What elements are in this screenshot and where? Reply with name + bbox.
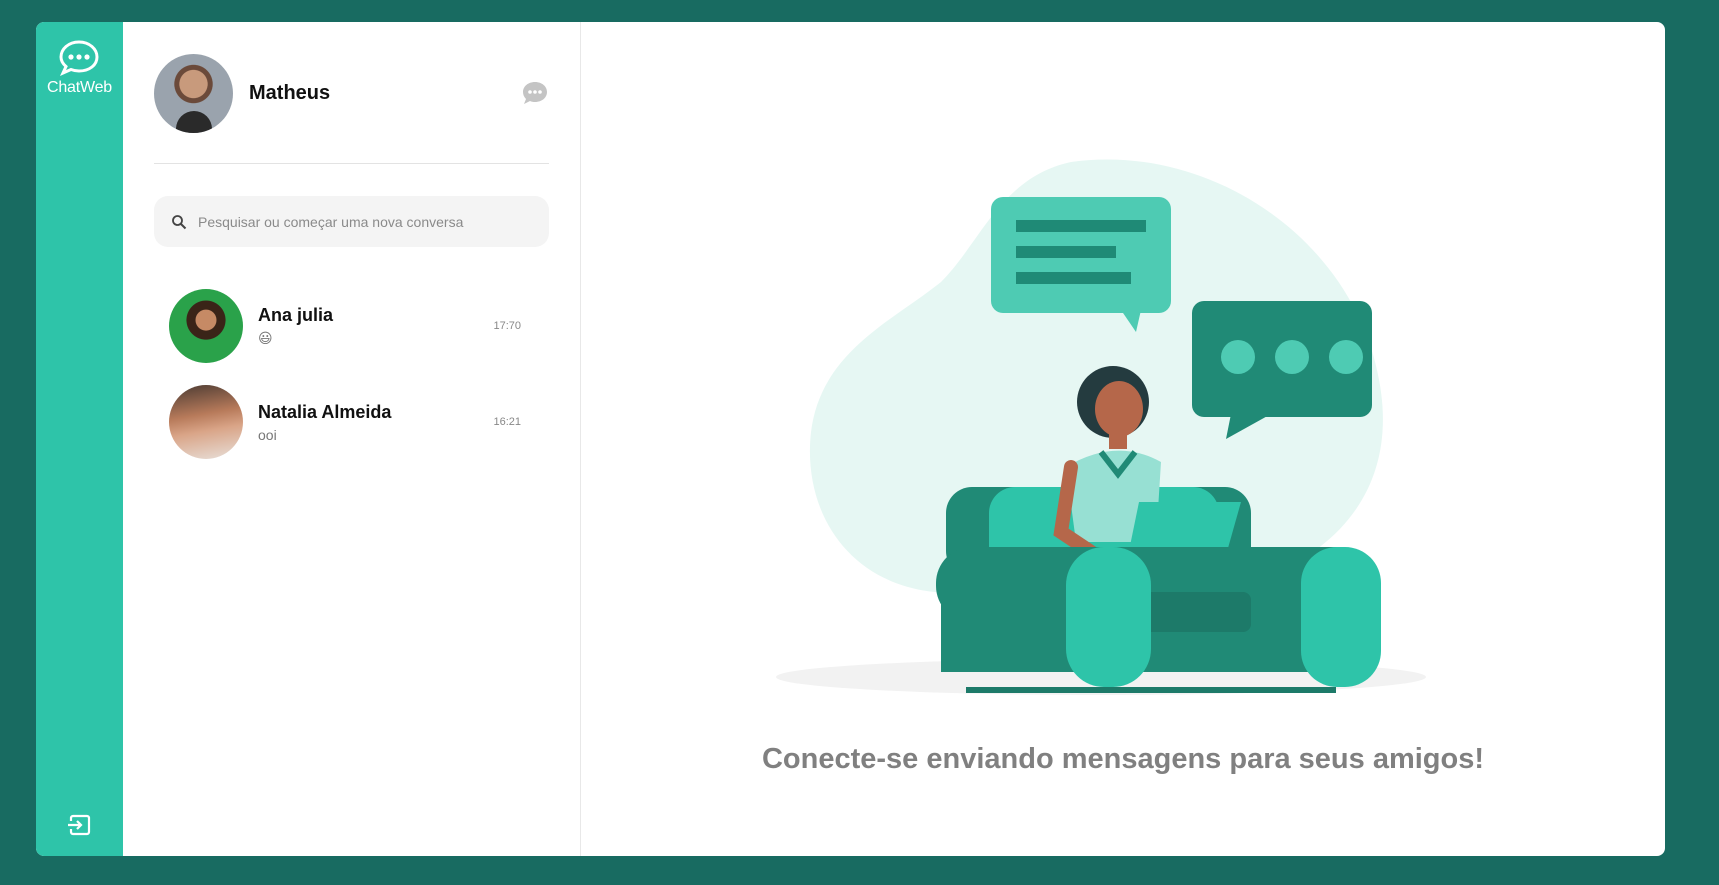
logout-button[interactable] [67,812,93,838]
empty-state-message: Conecte-se enviando mensagens para seus … [761,743,1485,775]
chat-bubble-icon [523,82,547,104]
avatar [169,289,243,363]
chat-name: Natalia Almeida [258,401,392,422]
nav-rail: ChatWeb [36,22,123,856]
chat-bubble-icon [59,40,99,76]
empty-state-illustration [776,159,1426,695]
profile-name: Matheus [249,81,331,104]
avatar [169,385,243,459]
chat-name: Ana julia [258,305,334,325]
chat-text: Ana julia 😃 [258,305,493,347]
chat-list-item[interactable]: Ana julia 😃 17:70 [154,278,549,374]
app-window: ChatWeb Matheus Pesquisar ou começar uma… [36,22,1665,856]
search-icon [172,214,187,229]
chat-last-message: ooi [258,426,277,443]
profile-header: Matheus [154,53,549,133]
chat-list: Ana julia 😃 17:70 Natalia Almeida ooi 16… [154,278,549,470]
logout-icon [67,814,91,836]
main-panel: Conecte-se enviando mensagens para seus … [581,22,1665,856]
chat-time: 16:21 [493,416,521,428]
chat-sidebar: Matheus Ana julia [123,22,581,856]
search-bar [154,196,549,247]
new-chat-button[interactable] [521,79,549,107]
brand-label: ChatWeb [46,79,112,96]
divider [154,163,549,164]
search-input[interactable] [196,212,549,231]
chat-last-message: 😃 [258,330,273,346]
brand-logo[interactable]: ChatWeb [47,40,112,97]
chat-text: Natalia Almeida ooi [258,402,493,443]
avatar[interactable] [154,53,233,133]
chat-list-item[interactable]: Natalia Almeida ooi 16:21 [154,374,549,470]
chat-time: 17:70 [493,320,521,332]
